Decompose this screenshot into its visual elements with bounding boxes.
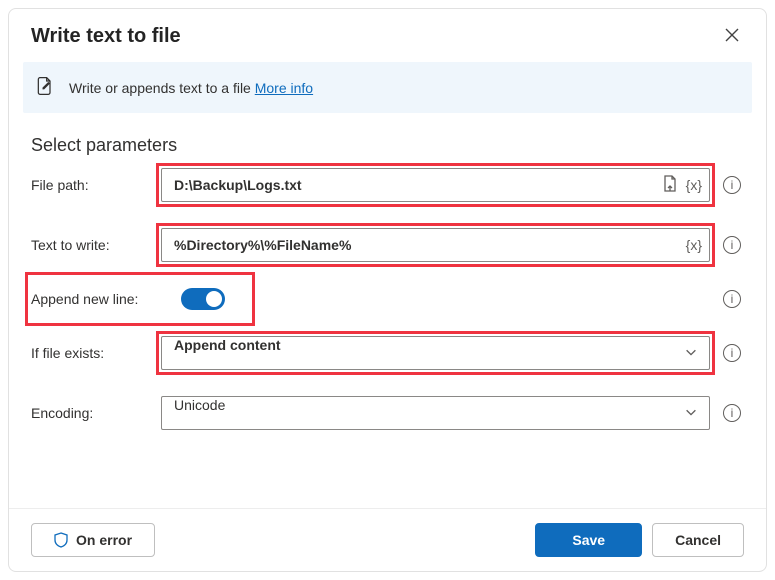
- append-new-line-toggle-wrap: [181, 288, 225, 310]
- row-encoding: Encoding: Unicode i: [31, 396, 744, 430]
- info-icon[interactable]: i: [723, 176, 741, 194]
- label-encoding: Encoding:: [31, 405, 151, 421]
- file-path-input[interactable]: [161, 168, 710, 202]
- banner-message: Write or appends text to a file: [69, 80, 251, 96]
- row-if-file-exists: If file exists: Append content i: [31, 336, 744, 370]
- label-if-file-exists: If file exists:: [31, 345, 151, 361]
- text-to-write-input[interactable]: [161, 228, 710, 262]
- save-button[interactable]: Save: [535, 523, 642, 557]
- close-icon: [724, 27, 740, 43]
- info-icon[interactable]: i: [723, 404, 741, 422]
- append-new-line-toggle[interactable]: [181, 288, 225, 310]
- row-text-to-write: Text to write: {x} i: [31, 228, 744, 262]
- encoding-wrap: Unicode: [161, 396, 710, 430]
- dialog: Write text to file Write or appends text…: [8, 8, 767, 572]
- on-error-button[interactable]: On error: [31, 523, 155, 557]
- parameters-form: File path: {x} i Text to write:: [9, 168, 766, 508]
- encoding-select[interactable]: Unicode: [161, 396, 710, 430]
- label-text-to-write: Text to write:: [31, 237, 151, 253]
- cancel-button[interactable]: Cancel: [652, 523, 744, 557]
- dialog-footer: On error Save Cancel: [9, 508, 766, 571]
- footer-actions: Save Cancel: [535, 523, 744, 557]
- dialog-header: Write text to file: [9, 9, 766, 62]
- dialog-title: Write text to file: [31, 25, 181, 48]
- row-append-new-line: Append new line: i: [31, 288, 744, 310]
- text-to-write-field-wrap: {x}: [161, 228, 710, 262]
- info-banner: Write or appends text to a file More inf…: [23, 62, 752, 113]
- close-button[interactable]: [720, 23, 744, 50]
- if-file-exists-wrap: Append content: [161, 336, 710, 370]
- if-file-exists-select[interactable]: Append content: [161, 336, 710, 370]
- label-file-path: File path:: [31, 177, 151, 193]
- banner-text: Write or appends text to a file More inf…: [69, 80, 313, 96]
- more-info-link[interactable]: More info: [255, 80, 313, 96]
- info-icon[interactable]: i: [723, 344, 741, 362]
- section-heading: Select parameters: [9, 123, 766, 168]
- row-file-path: File path: {x} i: [31, 168, 744, 202]
- write-file-icon: [35, 76, 55, 99]
- label-append-new-line: Append new line:: [31, 291, 171, 307]
- info-icon[interactable]: i: [723, 290, 741, 308]
- info-icon[interactable]: i: [723, 236, 741, 254]
- shield-icon: [54, 532, 68, 548]
- on-error-label: On error: [76, 532, 132, 548]
- file-path-field-wrap: {x}: [161, 168, 710, 202]
